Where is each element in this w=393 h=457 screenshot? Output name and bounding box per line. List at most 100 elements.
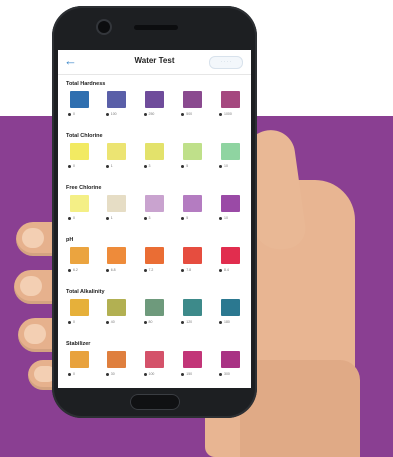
swatch-option[interactable]: 0 xyxy=(68,91,90,117)
phone-screen: ← Water Test · · · · Total Hardness 0 100 2… xyxy=(58,50,251,388)
radio-dot-icon[interactable] xyxy=(143,372,147,376)
radio-dot-icon[interactable] xyxy=(143,164,147,168)
swatch-option[interactable]: 6.8 xyxy=(105,247,128,273)
color-swatch[interactable] xyxy=(182,351,202,368)
section-title: pH xyxy=(66,237,74,243)
color-swatch[interactable] xyxy=(145,299,164,316)
swatch-option[interactable]: 180 xyxy=(219,299,241,325)
radio-dot-icon[interactable] xyxy=(68,372,71,376)
swatch-value: 3 xyxy=(143,215,166,221)
swatch-option[interactable]: 6.2 xyxy=(68,247,90,273)
color-swatch[interactable] xyxy=(69,299,89,316)
radio-dot-icon[interactable] xyxy=(181,320,185,324)
color-swatch[interactable] xyxy=(107,91,127,108)
radio-dot-icon[interactable] xyxy=(143,320,147,324)
radio-dot-icon[interactable] xyxy=(143,112,147,116)
swatch-option[interactable]: 0 xyxy=(68,143,90,169)
radio-dot-icon[interactable] xyxy=(219,216,222,220)
swatch-option[interactable]: 120 xyxy=(181,299,203,325)
swatch-option[interactable]: 0 xyxy=(68,351,90,377)
swatch-option[interactable]: 150 xyxy=(181,351,203,377)
color-swatch[interactable] xyxy=(145,143,164,160)
color-swatch[interactable] xyxy=(182,143,202,160)
color-swatch[interactable] xyxy=(220,247,240,264)
radio-dot-icon[interactable] xyxy=(105,320,109,324)
radio-dot-icon[interactable] xyxy=(105,268,109,272)
radio-dot-icon[interactable] xyxy=(105,164,109,168)
color-swatch[interactable] xyxy=(182,247,202,264)
swatch-option[interactable]: 3 xyxy=(143,195,166,221)
color-swatch[interactable] xyxy=(182,195,202,212)
color-swatch[interactable] xyxy=(182,299,202,316)
radio-dot-icon[interactable] xyxy=(105,112,109,116)
radio-dot-icon[interactable] xyxy=(68,216,71,220)
radio-dot-icon[interactable] xyxy=(219,112,222,116)
radio-dot-icon[interactable] xyxy=(143,268,147,272)
swatch-option[interactable]: 1 xyxy=(105,195,128,221)
swatch-option[interactable]: 10 xyxy=(219,143,241,169)
radio-dot-icon[interactable] xyxy=(105,216,109,220)
swatch-option[interactable]: 10 xyxy=(219,195,241,221)
swatch-option[interactable]: 1 xyxy=(105,143,128,169)
radio-dot-icon[interactable] xyxy=(68,164,71,168)
swatch-option[interactable]: 250 xyxy=(143,91,166,117)
radio-dot-icon[interactable] xyxy=(219,320,222,324)
swatch-option[interactable]: 40 xyxy=(105,299,128,325)
color-swatch[interactable] xyxy=(69,143,89,160)
swatch-option[interactable]: 7.8 xyxy=(181,247,203,273)
radio-dot-icon[interactable] xyxy=(68,112,71,116)
radio-dot-icon[interactable] xyxy=(219,164,222,168)
home-button[interactable] xyxy=(130,394,180,410)
color-swatch[interactable] xyxy=(182,91,202,108)
radio-dot-icon[interactable] xyxy=(105,372,109,376)
swatch-option[interactable]: 5 xyxy=(181,143,203,169)
radio-dot-icon[interactable] xyxy=(219,268,222,272)
radio-dot-icon[interactable] xyxy=(181,216,185,220)
color-swatch[interactable] xyxy=(69,351,89,368)
radio-dot-icon[interactable] xyxy=(181,372,185,376)
color-swatch[interactable] xyxy=(69,91,89,108)
swatch-option[interactable]: 8.4 xyxy=(219,247,241,273)
radio-dot-icon[interactable] xyxy=(68,268,71,272)
color-swatch[interactable] xyxy=(145,247,164,264)
swatch-option[interactable]: 30 xyxy=(105,351,128,377)
swatch-option[interactable]: 100 xyxy=(143,351,166,377)
color-swatch[interactable] xyxy=(69,195,89,212)
swatch-option[interactable]: 0 xyxy=(68,195,90,221)
swatch-value-label: 3 xyxy=(148,164,151,168)
radio-dot-icon[interactable] xyxy=(143,216,147,220)
swatch-option[interactable]: 1000 xyxy=(219,91,241,117)
swatch-option[interactable]: 80 xyxy=(143,299,166,325)
radio-dot-icon[interactable] xyxy=(219,372,222,376)
swatch-value-label: 0 xyxy=(73,372,75,376)
color-swatch[interactable] xyxy=(220,91,240,108)
color-swatch[interactable] xyxy=(220,143,240,160)
swatch-option[interactable]: 0 xyxy=(68,299,90,325)
color-swatch[interactable] xyxy=(107,143,127,160)
swatch-option[interactable]: 3 xyxy=(143,143,166,169)
swatch-value-label: 100 xyxy=(110,112,117,116)
color-swatch[interactable] xyxy=(145,91,164,108)
color-swatch[interactable] xyxy=(145,351,164,368)
swatch-option[interactable]: 500 xyxy=(181,91,203,117)
swatch-option[interactable]: 100 xyxy=(105,91,128,117)
color-swatch[interactable] xyxy=(145,195,164,212)
color-swatch[interactable] xyxy=(220,351,240,368)
color-swatch[interactable] xyxy=(107,195,127,212)
radio-dot-icon[interactable] xyxy=(68,320,71,324)
swatch-value: 100 xyxy=(105,111,128,117)
color-swatch[interactable] xyxy=(69,247,89,264)
swatch-option[interactable]: 7.2 xyxy=(143,247,166,273)
swatch-option[interactable]: 300 xyxy=(219,351,241,377)
swatch-option[interactable]: 5 xyxy=(181,195,203,221)
color-swatch[interactable] xyxy=(220,195,240,212)
color-swatch[interactable] xyxy=(107,351,127,368)
swatch-value-label: 300 xyxy=(224,372,230,376)
radio-dot-icon[interactable] xyxy=(181,268,185,272)
header-action-button[interactable]: · · · · xyxy=(209,56,243,69)
color-swatch[interactable] xyxy=(107,247,127,264)
color-swatch[interactable] xyxy=(107,299,127,316)
color-swatch[interactable] xyxy=(220,299,240,316)
radio-dot-icon[interactable] xyxy=(181,164,185,168)
radio-dot-icon[interactable] xyxy=(181,112,185,116)
